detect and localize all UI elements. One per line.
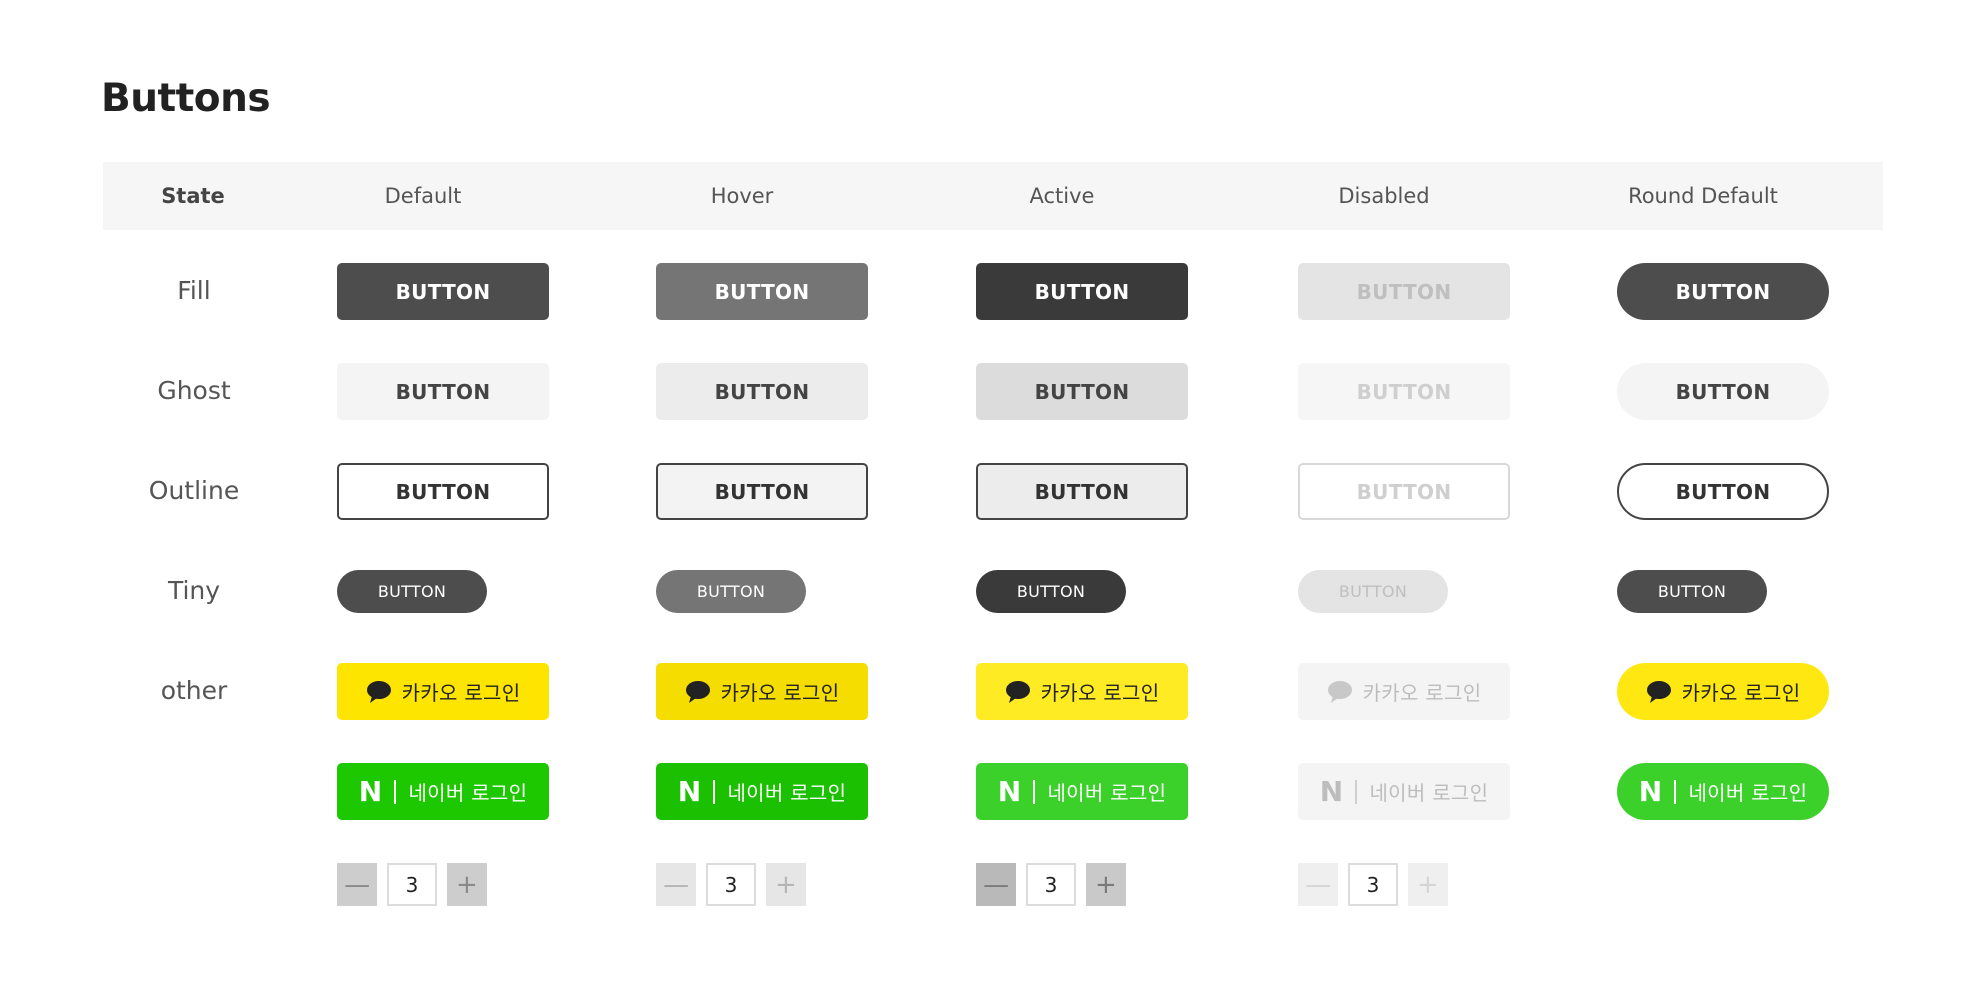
outline-button-default[interactable]: BUTTON <box>337 463 549 520</box>
plus-button[interactable]: + <box>1085 863 1127 906</box>
header-hover: Hover <box>710 184 774 208</box>
fill-button-disabled[interactable]: BUTTON <box>1298 263 1510 320</box>
ghost-button-round[interactable]: BUTTON <box>1617 363 1829 420</box>
row-label-other: other <box>160 676 228 705</box>
kakao-login-label: 카카오 로그인 <box>1362 681 1482 705</box>
naver-logo-icon: N <box>358 775 383 808</box>
plus-button[interactable]: + <box>446 863 488 906</box>
minus-button[interactable]: — <box>337 863 378 906</box>
naver-login-button-disabled[interactable]: N 네이버 로그인 <box>1298 763 1510 820</box>
row-label-ghost: Ghost <box>157 376 231 405</box>
quantity-value[interactable]: 3 <box>1026 863 1076 906</box>
tiny-button-active[interactable]: BUTTON <box>976 570 1126 613</box>
plus-button[interactable]: + <box>1407 863 1449 906</box>
ghost-button-disabled[interactable]: BUTTON <box>1298 363 1510 420</box>
tiny-button-disabled[interactable]: BUTTON <box>1298 570 1448 613</box>
naver-login-button-hover[interactable]: N 네이버 로그인 <box>656 763 868 820</box>
fill-button-default[interactable]: BUTTON <box>337 263 549 320</box>
kakao-login-button-active[interactable]: 카카오 로그인 <box>976 663 1188 720</box>
fill-button-round[interactable]: BUTTON <box>1617 263 1829 320</box>
quantity-value[interactable]: 3 <box>706 863 756 906</box>
row-label-tiny: Tiny <box>167 576 221 605</box>
quantity-stepper-hover: — 3 + <box>656 863 807 906</box>
page-title: Buttons <box>101 76 271 121</box>
header-disabled: Disabled <box>1338 184 1430 208</box>
naver-logo-icon: N <box>677 775 702 808</box>
quantity-value[interactable]: 3 <box>1348 863 1398 906</box>
divider <box>1674 779 1677 804</box>
naver-logo-icon: N <box>1319 775 1344 808</box>
table-header: State Default Hover Active Disabled Roun… <box>103 162 1883 230</box>
speech-bubble-icon <box>1005 680 1030 703</box>
naver-logo-icon: N <box>1638 775 1663 808</box>
naver-login-label: 네이버 로그인 <box>408 781 528 805</box>
quantity-stepper-default: — 3 + <box>337 863 488 906</box>
tiny-button-hover[interactable]: BUTTON <box>656 570 806 613</box>
speech-bubble-icon <box>685 680 710 703</box>
minus-button[interactable]: — <box>1298 863 1339 906</box>
divider <box>394 779 397 804</box>
fill-button-active[interactable]: BUTTON <box>976 263 1188 320</box>
header-active: Active <box>1029 184 1095 208</box>
kakao-login-label: 카카오 로그인 <box>1040 681 1160 705</box>
naver-login-label: 네이버 로그인 <box>1369 781 1489 805</box>
minus-button[interactable]: — <box>656 863 697 906</box>
naver-login-label: 네이버 로그인 <box>727 781 847 805</box>
naver-login-button-round[interactable]: N 네이버 로그인 <box>1617 763 1829 820</box>
outline-button-active[interactable]: BUTTON <box>976 463 1188 520</box>
naver-login-button-default[interactable]: N 네이버 로그인 <box>337 763 549 820</box>
naver-logo-icon: N <box>997 775 1022 808</box>
ghost-button-hover[interactable]: BUTTON <box>656 363 868 420</box>
kakao-login-button-disabled[interactable]: 카카오 로그인 <box>1298 663 1510 720</box>
outline-button-round[interactable]: BUTTON <box>1617 463 1829 520</box>
minus-button[interactable]: — <box>976 863 1017 906</box>
plus-button[interactable]: + <box>765 863 807 906</box>
naver-login-label: 네이버 로그인 <box>1047 781 1167 805</box>
quantity-stepper-active: — 3 + <box>976 863 1127 906</box>
kakao-login-button-hover[interactable]: 카카오 로그인 <box>656 663 868 720</box>
quantity-value[interactable]: 3 <box>387 863 437 906</box>
row-label-fill: Fill <box>177 276 211 305</box>
header-default: Default <box>384 184 462 208</box>
tiny-button-default[interactable]: BUTTON <box>337 570 487 613</box>
ghost-button-active[interactable]: BUTTON <box>976 363 1188 420</box>
kakao-login-label: 카카오 로그인 <box>720 681 840 705</box>
speech-bubble-icon <box>1646 680 1671 703</box>
ghost-button-default[interactable]: BUTTON <box>337 363 549 420</box>
outline-button-disabled[interactable]: BUTTON <box>1298 463 1510 520</box>
header-state: State <box>161 184 225 208</box>
speech-bubble-icon <box>366 680 391 703</box>
kakao-login-label: 카카오 로그인 <box>401 681 521 705</box>
quantity-stepper-disabled: — 3 + <box>1298 863 1449 906</box>
divider <box>1033 779 1036 804</box>
divider <box>1355 779 1358 804</box>
kakao-login-button-default[interactable]: 카카오 로그인 <box>337 663 549 720</box>
kakao-login-label: 카카오 로그인 <box>1681 681 1801 705</box>
tiny-button-round[interactable]: BUTTON <box>1617 570 1767 613</box>
divider <box>713 779 716 804</box>
outline-button-hover[interactable]: BUTTON <box>656 463 868 520</box>
row-label-outline: Outline <box>148 476 240 505</box>
kakao-login-button-round[interactable]: 카카오 로그인 <box>1617 663 1829 720</box>
naver-login-label: 네이버 로그인 <box>1688 781 1808 805</box>
fill-button-hover[interactable]: BUTTON <box>656 263 868 320</box>
header-round-default: Round Default <box>1628 184 1778 208</box>
naver-login-button-active[interactable]: N 네이버 로그인 <box>976 763 1188 820</box>
speech-bubble-icon <box>1327 680 1352 703</box>
